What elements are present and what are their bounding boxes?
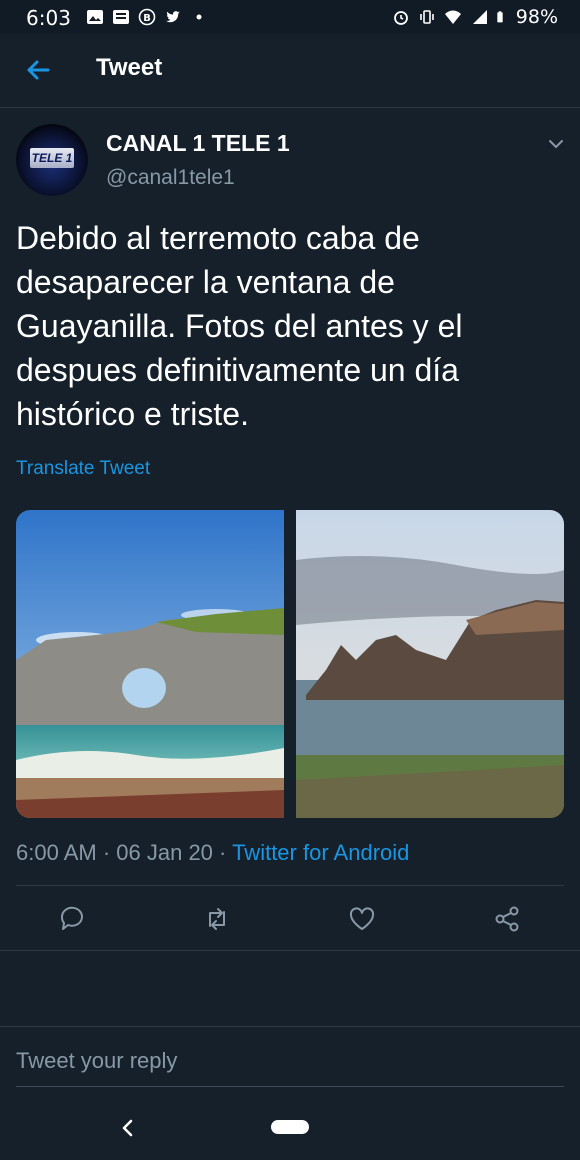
chevron-down-icon[interactable] — [546, 134, 566, 154]
avatar[interactable]: TELE 1 — [16, 124, 88, 196]
page-title: Tweet — [96, 54, 163, 81]
arrow-left-icon[interactable] — [22, 54, 54, 86]
alarm-icon — [393, 11, 408, 25]
share-icon[interactable] — [492, 904, 522, 934]
system-icons: 98% — [392, 6, 558, 28]
tweet-time: 6:00 AM — [16, 840, 97, 865]
translate-tweet-link[interactable]: Translate Tweet — [16, 458, 150, 480]
avatar-logo: TELE 1 — [30, 148, 74, 168]
tweet-text: Debido al terremoto caba de desaparecer … — [16, 220, 463, 432]
author-name[interactable]: CANAL 1 TELE 1 — [106, 130, 290, 157]
battery-icon — [497, 11, 503, 23]
tweet-source-link[interactable]: Twitter for Android — [232, 840, 409, 865]
photo-after[interactable] — [296, 510, 564, 818]
status-bar: 6:03 B 98% — [0, 0, 580, 34]
twitter-bird-icon — [166, 11, 180, 23]
notification-icons: B — [86, 8, 208, 26]
author-handle[interactable]: @canal1tele1 — [106, 166, 235, 190]
nav-back-icon[interactable] — [118, 1116, 138, 1140]
battery-level: 98% — [515, 6, 558, 28]
bitcoin-icon: B — [138, 8, 156, 26]
heart-icon[interactable] — [347, 904, 377, 934]
divider — [16, 885, 564, 886]
empty-area — [0, 951, 580, 1026]
reply-input[interactable]: Tweet your reply — [16, 1048, 177, 1074]
divider — [0, 1026, 580, 1027]
status-time: 6:03 — [26, 6, 71, 30]
tweet-date: 06 Jan 20 — [116, 840, 213, 865]
signal-icon — [472, 10, 487, 24]
nav-home-pill[interactable] — [271, 1120, 309, 1134]
top-app-bar: Tweet — [0, 34, 580, 108]
meta-separator: · — [96, 840, 117, 865]
retweet-icon[interactable] — [202, 904, 232, 934]
image-icon — [87, 10, 103, 24]
reply-underline — [16, 1086, 564, 1087]
comment-icon[interactable] — [57, 904, 87, 934]
tweet-meta: 6:00 AM · 06 Jan 20 · Twitter for Androi… — [16, 840, 409, 866]
news-icon — [113, 10, 129, 24]
tweet-media — [16, 510, 564, 818]
tweet-actions — [0, 890, 580, 950]
dot-icon — [196, 14, 202, 20]
photo-before[interactable] — [16, 510, 284, 818]
system-nav-bar — [0, 1096, 580, 1160]
wifi-icon — [444, 10, 461, 24]
meta-separator: · — [212, 840, 233, 865]
svg-text:B: B — [143, 13, 151, 24]
vibrate-icon — [419, 10, 434, 24]
